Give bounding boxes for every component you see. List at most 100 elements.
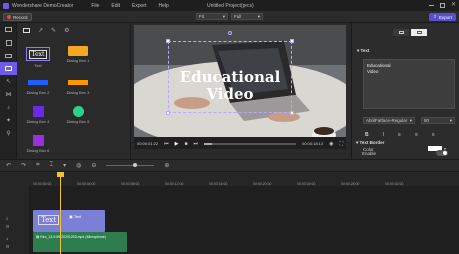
align-right-icon[interactable]: ≡ <box>432 132 435 138</box>
tile-dialog-box-5[interactable]: Dialog Box 5 <box>65 106 91 124</box>
tab-shape-icon[interactable]: ⚙ <box>64 27 69 34</box>
stop-icon[interactable]: ■ <box>185 141 188 147</box>
lock-icon[interactable]: ⊟ <box>6 224 9 229</box>
enable-label: Enable <box>362 151 377 156</box>
video-clip-label: ▤ Rec_13.9.09 20201203.mp4 (Microphone) <box>36 235 106 239</box>
tile-dialog-box-3[interactable]: Dialog Box 3 <box>65 77 91 95</box>
tab-pen-icon[interactable]: ✎ <box>51 27 56 34</box>
marker-icon[interactable]: ▾ <box>63 162 66 169</box>
fullscreen-icon[interactable]: ⛶ <box>339 141 343 147</box>
audio-icon: ♪ <box>7 104 10 111</box>
zoom-out-icon[interactable]: ⊖ <box>91 162 96 169</box>
zoom-in-icon[interactable]: ⊕ <box>164 162 169 169</box>
menu-export[interactable]: Export <box>132 3 146 9</box>
library-tabs: ↗ ✎ ⚙ <box>23 27 69 34</box>
align-left-icon[interactable]: ≡ <box>398 132 401 138</box>
preview-quality-value: Full <box>234 14 242 19</box>
bold-icon[interactable]: B <box>365 132 369 138</box>
preview-title-line2: Video <box>206 85 254 103</box>
tile-dialog-box-1[interactable]: Dialog Box 1 <box>65 45 91 63</box>
record-button[interactable]: Record <box>3 13 32 21</box>
resize-handle[interactable] <box>166 111 170 115</box>
italic-icon[interactable]: I <box>383 132 384 138</box>
text-clip-name: Text <box>73 214 82 219</box>
tile-dialog-box-4[interactable]: Dialog Box 4 <box>25 106 51 124</box>
font-size-select[interactable]: 80 ▾ <box>421 117 455 124</box>
tile-dialog-box-6[interactable]: Dialog Box 6 <box>25 135 51 153</box>
rotate-handle-icon[interactable] <box>228 31 232 35</box>
rail-pin-button[interactable]: ⚲ <box>0 127 17 140</box>
mic-icon[interactable]: ◍ <box>76 162 81 169</box>
tab-dialog-icon[interactable] <box>23 28 30 33</box>
rail-magic-button[interactable]: ✦ <box>0 114 17 127</box>
tab-properties[interactable] <box>393 29 409 36</box>
preview-title-text[interactable]: Educational Video <box>168 69 292 103</box>
close-icon[interactable]: ✕ <box>451 2 456 8</box>
menu-file[interactable]: File <box>91 3 99 9</box>
export-label: Export <box>438 14 452 20</box>
rail-templates-button[interactable] <box>0 36 17 49</box>
font-family-select[interactable]: AbrilFatface-Regular ▾ <box>363 117 415 124</box>
tile-dialog-box-2-preview <box>27 77 49 88</box>
record-label: Record <box>13 14 28 20</box>
preview-quality-select[interactable]: Full ▾ <box>231 13 263 20</box>
preview-fit-select[interactable]: Fit ▾ <box>196 13 228 20</box>
preview-fit-value: Fit <box>199 14 204 19</box>
player-controls: 00:00:01:22 ⏮ ▶ ■ ⏭ 00:00:18:13 ◉ ⛶ <box>134 138 346 149</box>
text-content-field[interactable]: Educational Video <box>363 59 455 109</box>
preview-canvas[interactable]: Educational Video 00:00:01:22 ⏮ ▶ ■ ⏭ 00… <box>134 25 346 149</box>
project-title: Untitled Project(prcs) <box>207 3 254 9</box>
speech-bubble-icon <box>5 66 12 71</box>
toggle-knob <box>443 151 447 155</box>
export-button[interactable]: ⇪ Export <box>429 13 456 21</box>
rail-transition-button[interactable]: ⋈ <box>0 88 17 101</box>
timeline-ruler[interactable]: 00:00:00:00 00:00:04:00 00:00:08:00 00:0… <box>0 172 459 186</box>
chevron-down-icon: ▾ <box>257 13 260 19</box>
rail-annotation-button[interactable] <box>0 62 17 75</box>
redo-icon[interactable]: ↷ <box>21 162 26 169</box>
align-center-icon[interactable]: ≡ <box>415 132 418 138</box>
rail-effects-button[interactable] <box>0 49 17 62</box>
step-forward-icon[interactable]: ⏭ <box>194 141 199 147</box>
text-clip-label: ▣ Text <box>69 214 81 219</box>
zoom-slider[interactable] <box>106 163 155 167</box>
maximize-icon[interactable] <box>439 2 445 8</box>
tile-dialog-box-2[interactable]: Dialog Box 2 <box>25 77 51 95</box>
minimize-icon[interactable] <box>428 4 434 6</box>
enable-toggle[interactable] <box>436 150 448 156</box>
preview-title-line1: Educational <box>179 68 281 86</box>
play-icon[interactable]: ▶ <box>175 141 179 147</box>
undo-icon[interactable]: ↶ <box>6 162 11 169</box>
rail-cursor-button[interactable]: ↖ <box>0 75 17 88</box>
window-controls: ✕ <box>428 2 456 8</box>
lock-icon[interactable]: ⊟ <box>6 244 9 249</box>
resize-handle[interactable] <box>290 111 294 115</box>
step-back-icon[interactable]: ⏮ <box>164 141 169 147</box>
font-size-value: 80 <box>424 118 430 123</box>
tab-arrow-icon[interactable]: ↗ <box>38 27 43 34</box>
text-clip[interactable]: Text ▣ Text <box>33 210 105 232</box>
rail-media-button[interactable] <box>0 23 17 36</box>
playhead-handle[interactable] <box>57 172 64 177</box>
resize-handle[interactable] <box>290 39 294 43</box>
playhead[interactable] <box>57 172 64 254</box>
zoom-slider-knob[interactable] <box>133 163 138 167</box>
resize-handle[interactable] <box>166 39 170 43</box>
menu-help[interactable]: Help <box>158 3 168 9</box>
tab-animation[interactable] <box>411 29 427 36</box>
timeline-toolbar: ↶ ↷ ⌗ ⌶ ▾ ◍ ⊖ ⊕ <box>0 159 459 172</box>
pin-icon: ⚲ <box>6 131 11 137</box>
video-clip[interactable]: ▤ Rec_13.9.09 20201203.mp4 (Microphone) <box>33 232 127 252</box>
dialog-box-3-shape <box>68 80 88 85</box>
rail-audio-button[interactable]: ♪ <box>0 101 17 114</box>
tile-dialog-box-3-label: Dialog Box 3 <box>66 90 90 95</box>
split-icon[interactable]: ⌶ <box>49 162 53 169</box>
dialog-box-2-shape <box>28 80 48 85</box>
tile-dialog-box-2-label: Dialog Box 2 <box>26 90 50 95</box>
seek-bar[interactable] <box>204 142 296 145</box>
menu-edit[interactable]: Edit <box>111 3 120 9</box>
snapshot-icon[interactable]: ◉ <box>329 141 333 147</box>
tile-text[interactable]: Text Text <box>25 47 51 68</box>
text-border-header[interactable]: ▾ Text Border <box>356 140 384 146</box>
crop-icon[interactable]: ⌗ <box>36 162 39 169</box>
